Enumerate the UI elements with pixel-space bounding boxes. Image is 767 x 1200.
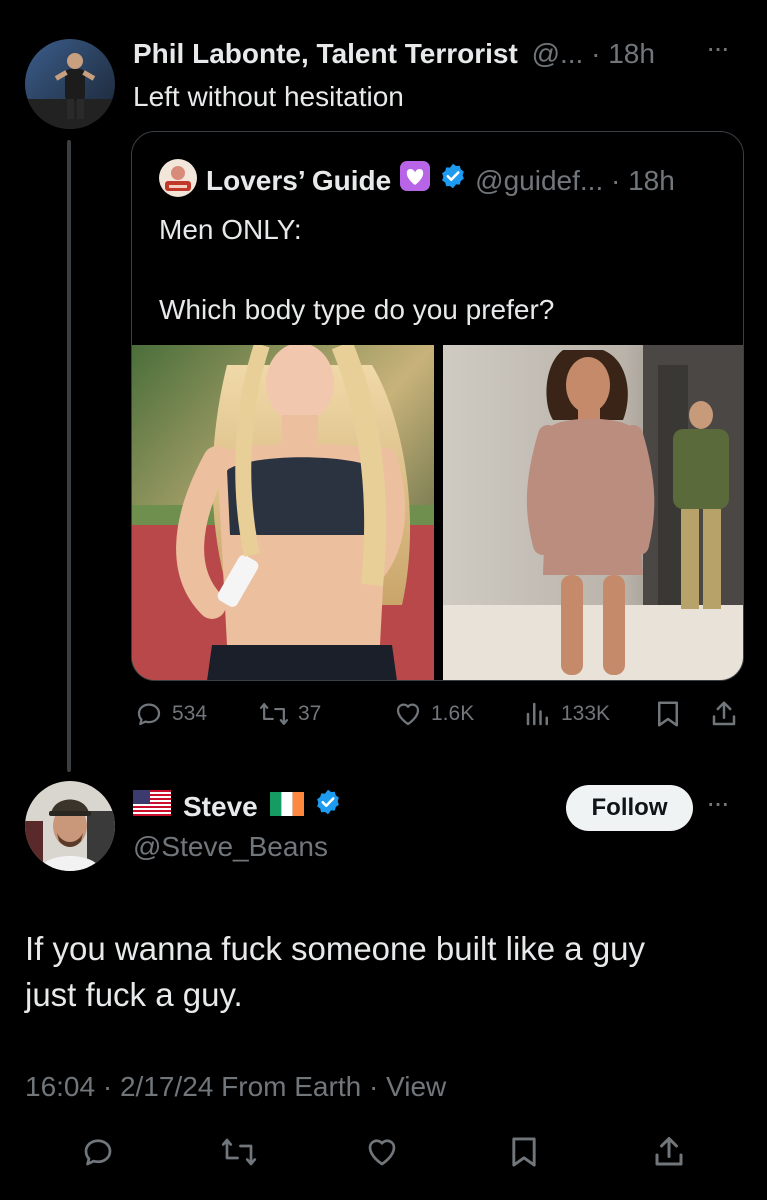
thread-connector-line <box>67 140 71 772</box>
author-handle-time[interactable]: @... · 18h <box>532 38 655 69</box>
reply-author-handle[interactable]: @Steve_Beans <box>133 829 328 865</box>
bottom-bookmark-icon[interactable] <box>508 1134 540 1175</box>
like-count: 1.6K <box>431 702 475 725</box>
quoted-text-line1: Men ONLY: <box>159 214 302 245</box>
reply-author-avatar[interactable] <box>25 781 115 871</box>
reply-author-name[interactable]: Steve <box>183 789 258 825</box>
bottom-heart-icon[interactable] <box>364 1134 400 1175</box>
heart-icon <box>396 703 420 726</box>
photo-woman-dress[interactable] <box>443 345 743 680</box>
views-action[interactable]: 133K <box>523 699 610 729</box>
reply-text-line2: just fuck a guy. <box>25 976 243 1013</box>
bottom-share-icon[interactable] <box>651 1134 687 1175</box>
reply-header: Steve <box>133 788 342 825</box>
author-name[interactable]: Phil Labonte, Talent Terrorist <box>133 38 518 69</box>
views-count: 133K <box>561 702 611 725</box>
reply-icon <box>137 703 161 726</box>
share-action[interactable] <box>709 699 739 729</box>
quoted-author-name[interactable]: Lovers’ Guide <box>206 163 391 199</box>
reply-count: 534 <box>172 702 208 725</box>
quoted-text-line2: Which body type do you prefer? <box>159 294 555 325</box>
verified-badge-icon <box>439 162 467 199</box>
retweet-action[interactable]: 37 <box>258 699 321 729</box>
quoted-header: Lovers’ Guide @guidef... · 18h <box>206 160 675 201</box>
bookmark-icon <box>658 701 678 727</box>
retweet-count: 37 <box>298 702 322 725</box>
tweet-header: Phil Labonte, Talent Terrorist @... · 18… <box>133 36 655 72</box>
reply-verified-badge-icon <box>314 788 342 825</box>
tweet-text: Left without hesitation <box>133 81 404 112</box>
reply-more-options-icon[interactable]: ··· <box>706 787 730 819</box>
photo-divider <box>434 345 443 680</box>
reply-action[interactable]: 534 <box>134 699 207 729</box>
us-flag-icon <box>133 789 171 825</box>
photo-athletic-woman[interactable] <box>132 345 434 680</box>
ireland-flag-icon <box>269 789 304 825</box>
share-icon <box>712 701 736 726</box>
follow-button[interactable]: Follow <box>566 785 693 831</box>
heart-badge-icon <box>399 160 431 201</box>
retweet-icon <box>259 703 289 725</box>
bottom-reply-icon[interactable] <box>80 1134 116 1175</box>
quoted-tweet-card[interactable]: Lovers’ Guide @guidef... · 18h Men ONLY:… <box>131 131 744 681</box>
quoted-author-avatar <box>159 159 197 197</box>
bottom-retweet-icon[interactable] <box>219 1134 259 1175</box>
reply-meta: 16:04 · 2/17/24 From Earth · View <box>25 1071 447 1102</box>
like-action[interactable]: 1.6K <box>393 699 474 729</box>
bookmark-action[interactable] <box>654 699 682 729</box>
reply-text-line1: If you wanna fuck someone built like a g… <box>25 930 646 967</box>
more-options-icon[interactable]: ··· <box>706 32 730 64</box>
quoted-handle-time[interactable]: @guidef... · 18h <box>475 163 675 199</box>
views-chart-icon <box>526 702 548 726</box>
author-avatar[interactable] <box>25 39 115 129</box>
